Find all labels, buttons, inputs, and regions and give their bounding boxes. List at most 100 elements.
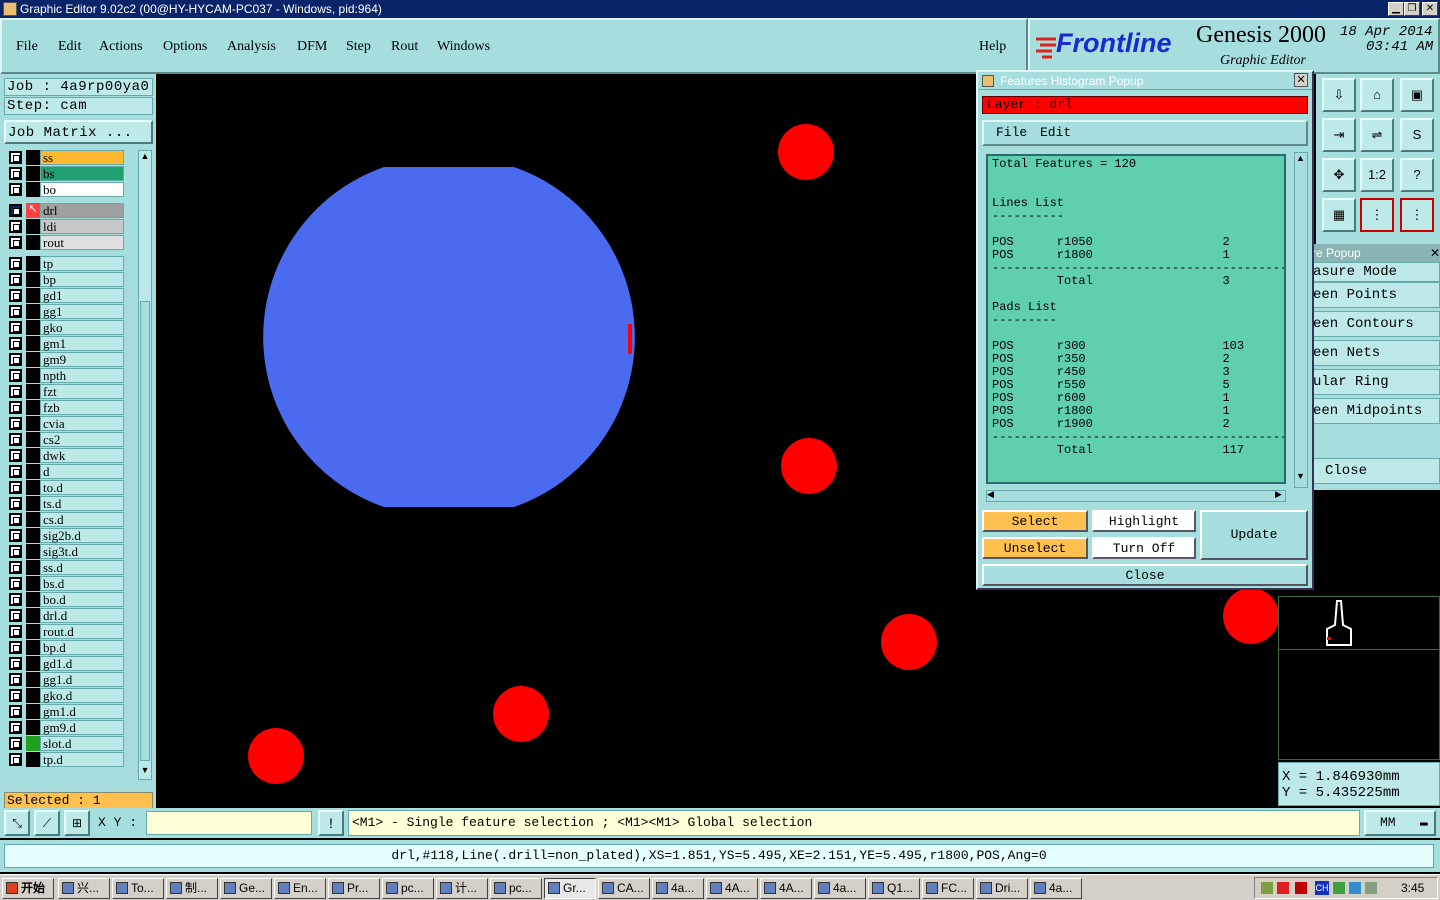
layer-checkbox[interactable] [9,220,22,233]
layer-status-cell[interactable] [26,150,40,165]
layer-status-cell[interactable] [26,736,40,751]
layer-name[interactable]: gm1.d [40,704,124,719]
units-select[interactable]: MM ▬ [1364,810,1436,836]
taskbar-task[interactable]: 4A... [760,878,812,899]
layer-row-bo-d[interactable]: bo.d [6,592,124,607]
layer-checkbox[interactable] [9,273,22,286]
layer-row-fzb[interactable]: fzb [6,400,124,415]
taskbar-task[interactable]: 4A... [706,878,758,899]
zoom-home-icon[interactable]: ⇩ [1322,78,1356,112]
layer-row-sig2b-d[interactable]: sig2b.d [6,528,124,543]
taskbar-task[interactable]: 4a... [652,878,704,899]
grid-icon[interactable]: ▦ [1322,198,1356,232]
layer-checkbox[interactable] [9,465,22,478]
layer-checkbox[interactable] [9,337,22,350]
taskbar-task[interactable]: CA... [598,878,650,899]
unselect-button[interactable]: Unselect [982,537,1088,559]
taskbar-task[interactable]: 制... [166,878,218,899]
drill-pad[interactable] [781,438,837,494]
layer-row-drl[interactable]: ↖ drl [6,203,124,218]
layer-name[interactable]: cs2 [40,432,124,447]
layer-name[interactable]: to.d [40,480,124,495]
layer-row-fzt[interactable]: fzt [6,384,124,399]
layer-name[interactable]: gm1 [40,336,124,351]
layer-row-slot-d[interactable]: slot.d [6,736,124,751]
layer-row-tp[interactable]: tp [6,256,124,271]
layer-checkbox[interactable] [9,561,22,574]
layer-name[interactable]: gm9.d [40,720,124,735]
layer-status-cell[interactable] [26,304,40,319]
layer-status-cell[interactable] [26,624,40,639]
scroll-down-arrow-icon[interactable]: ▼ [1296,471,1305,481]
menu-windows[interactable]: Windows [437,39,490,55]
layer-row-bp-d[interactable]: bp.d [6,640,124,655]
layer-status-cell[interactable] [26,752,40,767]
layer-checkbox[interactable] [9,673,22,686]
layer-status-cell[interactable] [26,480,40,495]
taskbar-task[interactable]: 4a... [814,878,866,899]
menu-actions[interactable]: Actions [99,39,143,55]
layer-row-rout-d[interactable]: rout.d [6,624,124,639]
layer-status-cell[interactable] [26,352,40,367]
layer-row-bs-d[interactable]: bs.d [6,576,124,591]
highlight-button[interactable]: Highlight [1092,510,1196,532]
layer-name[interactable]: slot.d [40,736,124,751]
measure-annular-ring[interactable]: ular Ring [1312,369,1440,395]
layer-checkbox[interactable] [9,577,22,590]
histogram-hscrollbar[interactable]: ◀ ▶ [986,489,1286,502]
layer-checkbox[interactable] [9,593,22,606]
layer-status-cell[interactable] [26,182,40,197]
layer-status-cell[interactable] [26,528,40,543]
tray-lang[interactable]: CH [1315,881,1329,895]
layer-row-d[interactable]: d [6,464,124,479]
taskbar-task[interactable]: En... [274,878,326,899]
layer-status-cell[interactable] [26,272,40,287]
layer-row-gd1-d[interactable]: gd1.d [6,656,124,671]
house-icon[interactable]: ⌂ [1360,78,1394,112]
layer-checkbox[interactable] [9,513,22,526]
mirror-icon[interactable]: ⇌ [1360,118,1394,152]
layer-row-gko-d[interactable]: gko.d [6,688,124,703]
layer-row-rout[interactable]: rout [6,235,124,250]
layer-checkbox[interactable] [9,151,22,164]
layer-name[interactable]: gm9 [40,352,124,367]
layer-checkbox[interactable] [9,289,22,302]
maximize-button[interactable]: ❐ [1404,2,1420,16]
scroll-up-arrow-icon[interactable]: ▲ [1296,153,1305,163]
layer-checkbox[interactable] [9,641,22,654]
layer-name[interactable]: drl.d [40,608,124,623]
layer-status-cell[interactable] [26,368,40,383]
select-button[interactable]: Select [982,510,1088,532]
layer-row-ss[interactable]: ss [6,150,124,165]
layer-checkbox[interactable] [9,305,22,318]
layer-status-cell[interactable] [26,464,40,479]
layer-checkbox[interactable] [9,204,22,217]
tray-icon[interactable] [1333,882,1345,894]
tray-icon[interactable] [1349,882,1361,894]
snap-icon[interactable]: S [1400,118,1434,152]
taskbar-task[interactable]: 4a... [1030,878,1082,899]
layer-row-ss-d[interactable]: ss.d [6,560,124,575]
layer-checkbox[interactable] [9,321,22,334]
pan-icon[interactable]: ⇥ [1322,118,1356,152]
layer-checkbox[interactable] [9,385,22,398]
menu-rout[interactable]: Rout [391,39,418,55]
histogram-menu-file[interactable]: File [996,122,1027,144]
layer-checkbox[interactable] [9,481,22,494]
layer-checkbox[interactable] [9,609,22,622]
layer-checkbox[interactable] [9,417,22,430]
layer-checkbox[interactable] [9,753,22,766]
layer-checkbox[interactable] [9,497,22,510]
drill-pad[interactable] [1223,588,1278,644]
layer-row-bp[interactable]: bp [6,272,124,287]
histogram-close-icon[interactable]: ✕ [1294,73,1308,87]
layer-name[interactable]: ldi [40,219,124,234]
layer-name[interactable]: bp.d [40,640,124,655]
layer-row-bs[interactable]: bs [6,166,124,181]
layer-row-bo[interactable]: bo [6,182,124,197]
layer-row-gm1-d[interactable]: gm1.d [6,704,124,719]
layer-status-cell[interactable] [26,219,40,234]
layer-checkbox[interactable] [9,721,22,734]
layer-checkbox[interactable] [9,529,22,542]
menu-step[interactable]: Step [346,39,371,55]
